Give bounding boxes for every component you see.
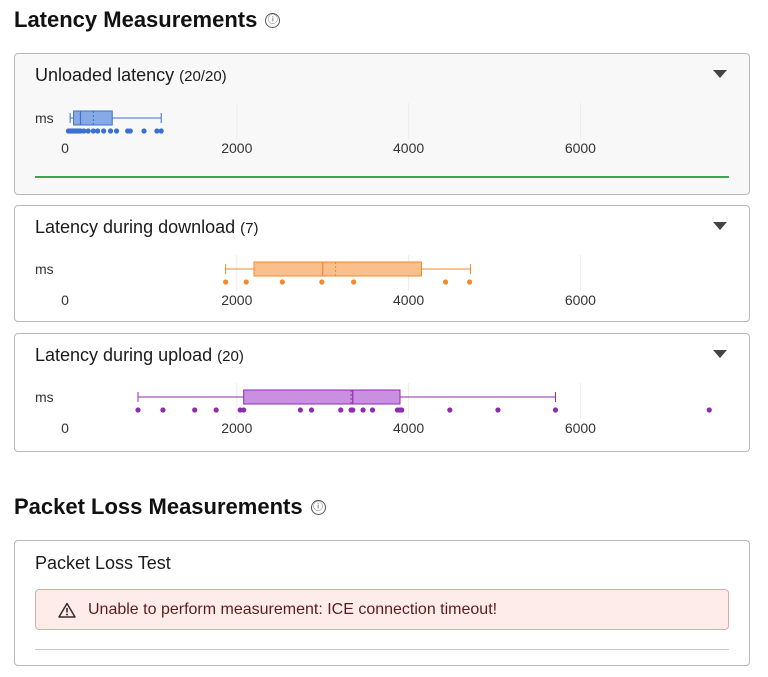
data-point — [308, 407, 315, 413]
unloaded-latency-card: Unloaded latency (20/20) ms 0 2000 4000 6000 — [14, 53, 750, 195]
unit-label: ms — [35, 261, 54, 277]
tick-label: 0 — [61, 292, 69, 308]
boxplot-chart: ms 0 2000 4000 6000 — [35, 103, 596, 156]
data-point — [442, 279, 449, 285]
boxplot-chart: ms 0 2000 4000 6000 — [35, 255, 596, 308]
data-point — [279, 279, 285, 285]
data-point — [127, 128, 133, 134]
data-point — [447, 407, 453, 413]
data-point — [141, 128, 147, 134]
unit-label: ms — [35, 110, 54, 126]
tick-label: 6000 — [565, 140, 596, 156]
error-alert: Unable to perform measurement: ICE conne… — [35, 589, 729, 630]
data-point — [350, 407, 356, 413]
tick-label: 0 — [61, 420, 69, 436]
info-icon[interactable]: ⓘ — [265, 12, 281, 28]
boxplot-chart: ms 0 2000 4000 6000 — [35, 383, 712, 436]
iqr-box — [73, 110, 113, 126]
data-point — [95, 128, 101, 134]
latency-section-title: Latency Measurements ⓘ — [14, 7, 281, 33]
warning-icon — [58, 602, 76, 618]
data-point — [101, 128, 107, 134]
iqr-box — [243, 389, 401, 405]
tick-label: 6000 — [565, 292, 596, 308]
data-point — [319, 279, 325, 285]
packet-loss-title-text: Packet Loss Measurements — [14, 494, 303, 519]
alert-message: Unable to perform measurement: ICE conne… — [88, 600, 498, 618]
data-point — [160, 407, 166, 413]
packet-loss-card: Packet Loss Test Unable to perform measu… — [14, 540, 750, 666]
data-point — [706, 407, 712, 413]
tick-label: 2000 — [221, 292, 252, 308]
packet-loss-section-title: Packet Loss Measurements ⓘ — [14, 494, 326, 520]
tick-label: 6000 — [565, 420, 596, 436]
divider — [35, 649, 729, 650]
data-point — [297, 407, 303, 413]
iqr-box — [253, 261, 422, 277]
tick-label: 2000 — [221, 420, 252, 436]
download-latency-card: Latency during download (7) ms 0 2000 4000 6… — [14, 205, 750, 322]
data-point — [495, 407, 501, 413]
data-point — [241, 407, 247, 413]
data-point — [243, 279, 249, 285]
data-point — [158, 128, 164, 134]
tick-label: 4000 — [393, 140, 424, 156]
data-point — [338, 407, 344, 413]
data-point — [552, 407, 559, 413]
data-point — [466, 279, 473, 285]
tick-label: 2000 — [221, 140, 252, 156]
data-point — [360, 407, 366, 413]
card-title: Packet Loss Test — [35, 553, 171, 573]
data-point — [113, 128, 120, 134]
data-point — [223, 279, 229, 285]
data-point — [85, 128, 91, 134]
upload-latency-card: Latency during upload (20) ms 0 2000 4000 60… — [14, 333, 750, 452]
data-point — [399, 407, 405, 413]
data-point — [369, 407, 376, 413]
tick-label: 0 — [61, 140, 69, 156]
data-point — [213, 407, 219, 413]
info-icon[interactable]: ⓘ — [310, 499, 326, 515]
completion-bar — [35, 176, 729, 178]
latency-title-text: Latency Measurements — [14, 7, 258, 32]
data-point — [135, 407, 141, 413]
tick-label: 4000 — [393, 292, 424, 308]
tick-label: 4000 — [393, 420, 424, 436]
unit-label: ms — [35, 389, 54, 405]
data-point — [351, 279, 357, 285]
data-point — [107, 128, 114, 134]
data-point — [192, 407, 198, 413]
